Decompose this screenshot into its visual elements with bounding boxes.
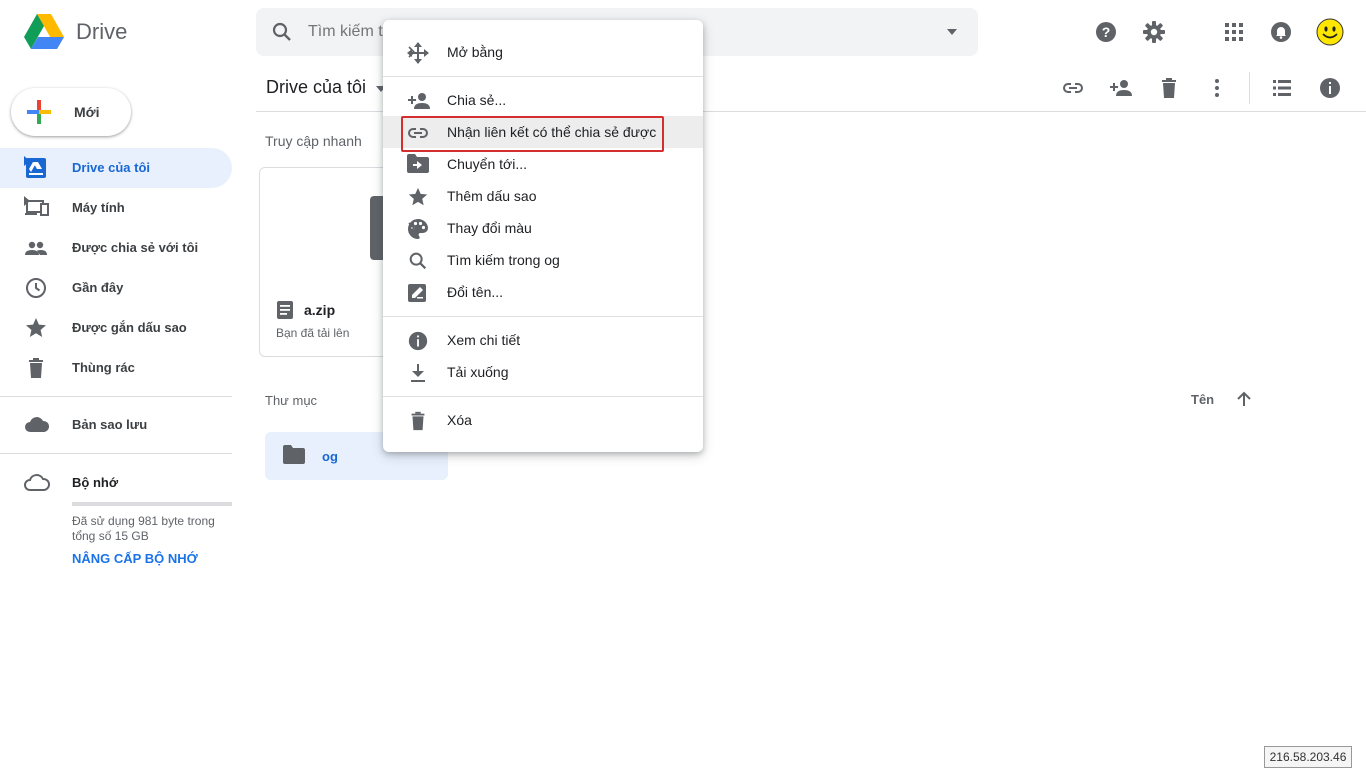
- apps-grid-icon[interactable]: [1222, 20, 1246, 44]
- menu-separator: [383, 76, 703, 77]
- sidebar-item-label: Thùng rác: [72, 360, 135, 375]
- plus-icon: [25, 98, 53, 126]
- menu-item-label: Xóa: [447, 412, 472, 428]
- menu-separator: [383, 396, 703, 397]
- menu-item-label: Chuyển tới...: [447, 156, 527, 172]
- search-options-icon[interactable]: [946, 28, 958, 36]
- menu-item-label: Thêm dấu sao: [447, 188, 537, 204]
- menu-item-label: Đổi tên...: [447, 284, 504, 300]
- menu-item-label: Chia sẻ...: [447, 92, 507, 108]
- menu-item-change-color[interactable]: Thay đổi màu: [383, 212, 703, 244]
- sidebar-item-recent[interactable]: Gần đây: [0, 268, 232, 308]
- sidebar-item-shared-with-me[interactable]: Được chia sẻ với tôi: [0, 228, 232, 268]
- folder-name: og: [322, 449, 338, 464]
- more-vert-icon[interactable]: [1205, 76, 1229, 100]
- clock-icon: [24, 276, 48, 300]
- folder-icon: [283, 445, 305, 465]
- quick-access-heading: Truy cập nhanh: [265, 133, 362, 149]
- people-icon: [24, 236, 48, 260]
- page-title[interactable]: Drive của tôi: [266, 77, 366, 98]
- settings-gear-icon[interactable]: [1142, 20, 1166, 44]
- account-avatar[interactable]: [1316, 18, 1344, 46]
- menu-item-label: Xem chi tiết: [447, 332, 521, 348]
- drive-logo-icon: [24, 14, 64, 50]
- sidebar-item-label: Được gắn dấu sao: [72, 320, 187, 335]
- sidebar-divider: [0, 453, 232, 454]
- storage-usage-bar: [72, 502, 232, 506]
- svg-text:?: ?: [1102, 24, 1111, 40]
- toolbar-separator: [1249, 72, 1250, 104]
- menu-item-move-to[interactable]: Chuyển tới...: [383, 148, 703, 180]
- document-icon: [276, 301, 294, 319]
- cloud-icon: [24, 413, 50, 437]
- new-button[interactable]: Mới: [11, 88, 131, 136]
- menu-item-share[interactable]: Chia sẻ...: [383, 84, 703, 116]
- share-person-add-icon[interactable]: [1109, 76, 1133, 100]
- file-name: a.zip: [304, 302, 336, 318]
- rename-edit-icon: [407, 282, 429, 304]
- menu-item-label: Tìm kiếm trong og: [447, 252, 560, 268]
- sidebar-item-backups[interactable]: Bản sao lưu: [0, 405, 232, 445]
- get-link-icon[interactable]: [1061, 76, 1085, 100]
- sidebar-divider: [0, 396, 232, 397]
- trash-icon: [407, 410, 429, 432]
- menu-item-download[interactable]: Tải xuống: [383, 356, 703, 388]
- cloud-outline-icon: [24, 471, 50, 495]
- person-add-icon: [407, 90, 431, 112]
- help-icon[interactable]: ?: [1094, 20, 1118, 44]
- context-menu: Mở bằng Chia sẻ... Nhận liên kết có thể …: [383, 20, 703, 452]
- star-icon: [24, 316, 48, 340]
- ip-address-badge: 216.58.203.46: [1264, 746, 1352, 768]
- storage-usage-text: Đã sử dụng 981 byte trong tổng số 15 GB: [72, 514, 215, 543]
- notifications-bell-icon[interactable]: [1269, 20, 1293, 44]
- sidebar-item-storage[interactable]: Bộ nhớ: [0, 463, 232, 503]
- trash-icon: [24, 356, 48, 380]
- menu-separator: [383, 316, 703, 317]
- move-to-folder-icon: [407, 154, 429, 174]
- menu-item-label: Tải xuống: [447, 364, 509, 380]
- download-icon: [407, 362, 429, 384]
- sort-by-name[interactable]: Tên: [1191, 392, 1214, 407]
- info-icon[interactable]: [1318, 76, 1342, 100]
- info-icon: [407, 330, 429, 352]
- menu-item-delete[interactable]: Xóa: [383, 404, 703, 436]
- menu-item-add-star[interactable]: Thêm dấu sao: [383, 180, 703, 212]
- sidebar-item-label: Drive của tôi: [72, 160, 151, 175]
- sidebar-item-label: Được chia sẻ với tôi: [72, 240, 199, 255]
- sidebar-item-label: Bản sao lưu: [72, 417, 148, 432]
- list-view-icon[interactable]: [1270, 76, 1294, 100]
- app-name: Drive: [76, 19, 128, 44]
- upgrade-storage-link[interactable]: NÂNG CẤP BỘ NHỚ: [72, 551, 198, 566]
- folders-heading: Thư mục: [265, 393, 318, 408]
- sidebar-item-my-drive[interactable]: Drive của tôi: [0, 148, 232, 188]
- drive-icon: [24, 156, 48, 180]
- drive-logo[interactable]: Drive: [24, 14, 127, 50]
- arrow-upward-icon[interactable]: [1235, 390, 1253, 408]
- menu-item-rename[interactable]: Đổi tên...: [383, 276, 703, 308]
- menu-item-search-in-folder[interactable]: Tìm kiếm trong og: [383, 244, 703, 276]
- menu-item-view-details[interactable]: Xem chi tiết: [383, 324, 703, 356]
- sidebar-item-starred[interactable]: Được gắn dấu sao: [0, 308, 232, 348]
- star-icon: [407, 186, 429, 208]
- search-icon: [407, 250, 429, 272]
- sidebar-item-computers[interactable]: Máy tính: [0, 188, 232, 228]
- search-icon[interactable]: [270, 20, 294, 44]
- sidebar-item-label: Gần đây: [72, 280, 124, 295]
- trash-icon[interactable]: [1157, 76, 1181, 100]
- file-subtitle: Bạn đã tải lên: [276, 326, 350, 340]
- sidebar-item-trash[interactable]: Thùng rác: [0, 348, 232, 388]
- sidebar-item-label: Máy tính: [72, 200, 125, 215]
- computers-icon: [24, 196, 50, 220]
- highlight-box: [401, 116, 664, 152]
- new-button-label: Mới: [74, 104, 100, 120]
- chevron-right-icon: [407, 222, 665, 234]
- menu-item-open-with[interactable]: Mở bằng: [383, 36, 703, 68]
- sidebar-item-label: Bộ nhớ: [72, 475, 119, 490]
- chevron-right-icon: [407, 46, 665, 58]
